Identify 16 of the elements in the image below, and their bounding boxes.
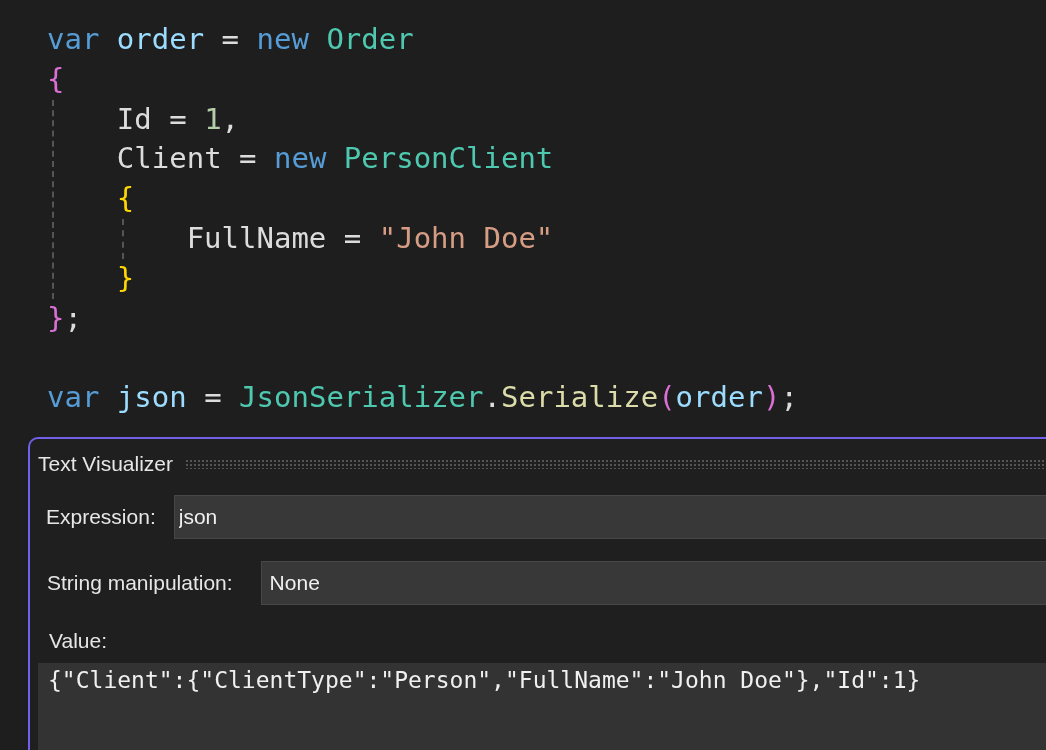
expression-field[interactable]: json [173, 494, 1046, 539]
code-line: Client = new PersonClient [116, 140, 555, 178]
code-line: { [116, 180, 136, 218]
expression-label: Expression: [46, 504, 156, 529]
string-manipulation-dropdown[interactable]: None [260, 560, 1046, 605]
code-line: } [116, 259, 136, 297]
value-text-area[interactable]: {"Client":{"ClientType":"Person","FullName":"John Doe"},"Id":1} [38, 662, 1046, 750]
value-label: Value: [49, 628, 108, 653]
string-manipulation-label: String manipulation: [47, 570, 233, 595]
code-line: Id = 1, [116, 100, 241, 138]
code-line: { [47, 60, 66, 98]
code-line: FullName = "John Doe" [186, 220, 555, 257]
code-line: var json = JsonSerializer.Serialize(order); [47, 379, 799, 417]
code-line: var order = new Order [47, 21, 415, 58]
code-line: }; [47, 299, 83, 337]
dialog-title: Text Visualizer [38, 451, 173, 476]
